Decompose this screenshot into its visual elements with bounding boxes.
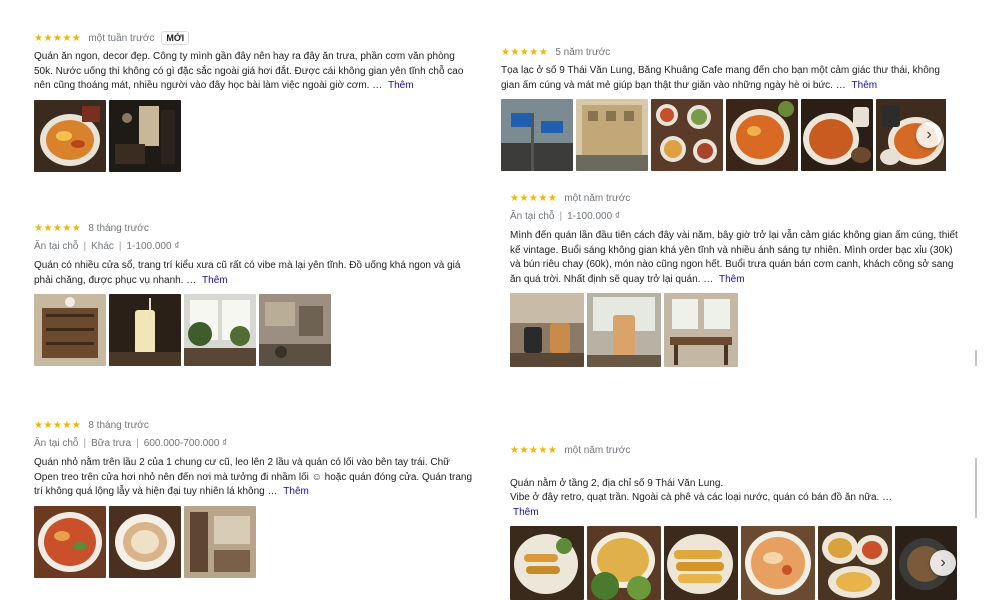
chevron-right-icon[interactable]: ›	[916, 122, 942, 148]
review-photo[interactable]	[109, 505, 181, 578]
more-link[interactable]: Thêm	[513, 507, 539, 518]
photo-strip	[34, 99, 474, 172]
review-details: Ăn tại chỗ | Bữa trưa | 600.000-700.000 ₫	[34, 437, 474, 451]
review-meta: ★★★★★ 8 tháng trước	[34, 221, 474, 235]
review-card: ★★★★★ 8 tháng trước Ăn tại chỗ | Khác | 1-10…	[34, 221, 474, 366]
more-link[interactable]: Thêm	[852, 80, 878, 91]
review-photo[interactable]	[664, 293, 738, 367]
review-photo[interactable]	[109, 294, 181, 366]
detail-price: 1-100.000 ₫	[126, 241, 180, 252]
review-body: Quán có nhiều cửa sổ, trang trí kiểu xưa…	[34, 260, 461, 286]
detail-separator: |	[118, 241, 122, 252]
detail-separator: |	[83, 438, 87, 449]
review-photo[interactable]	[818, 526, 892, 600]
star-rating: ★★★★★	[34, 32, 82, 44]
review-photo[interactable]	[801, 99, 873, 171]
review-photo[interactable]	[587, 526, 661, 600]
detail-separator: |	[136, 438, 139, 449]
review-card: ★★★★★ 8 tháng trước Ăn tại chỗ | Bữa trưa |…	[34, 418, 474, 578]
photo-strip	[510, 293, 960, 367]
more-link[interactable]: Thêm	[202, 275, 228, 286]
review-photo[interactable]	[34, 505, 106, 578]
review-time: 5 năm trước	[555, 46, 611, 58]
review-meta: ★★★★★ 5 năm trước	[501, 45, 946, 59]
review-meta: ★★★★★ một tuần trước MỚI	[34, 31, 474, 45]
review-time: một năm trước	[564, 192, 631, 204]
photo-strip	[34, 505, 474, 578]
review-photo[interactable]	[501, 99, 573, 171]
review-card: ★★★★★ một năm trước Quán nằm ở tầng 2, đ…	[510, 443, 960, 600]
review-text: Quán có nhiều cửa sổ, trang trí kiểu xưa…	[34, 259, 474, 288]
scroll-indicator[interactable]	[975, 458, 977, 518]
review-photo[interactable]	[664, 526, 738, 600]
review-time: một năm trước	[564, 444, 631, 456]
review-meta: ★★★★★ 8 tháng trước	[34, 418, 474, 432]
star-rating: ★★★★★	[510, 192, 558, 204]
review-details: Ăn tại chỗ | 1-100.000 ₫	[510, 210, 960, 224]
detail-price: 1-100.000 ₫	[567, 211, 621, 222]
review-photo[interactable]	[184, 294, 256, 366]
detail-price: 600.000-700.000 ₫	[143, 438, 228, 449]
review-card: ★★★★★ một tuần trước MỚI Quán ăn ngon, d…	[34, 31, 474, 172]
more-link[interactable]: Thêm	[388, 80, 414, 91]
star-rating: ★★★★★	[510, 444, 558, 456]
star-rating: ★★★★★	[501, 46, 549, 58]
detail-dining: Ăn tại chỗ	[34, 438, 79, 449]
review-photo[interactable]	[34, 99, 106, 172]
review-meta: ★★★★★ một năm trước	[510, 191, 960, 205]
review-photo[interactable]	[259, 294, 331, 366]
review-photo[interactable]	[726, 99, 798, 171]
review-card: ★★★★★ 5 năm trước Tọa lạc ở số 9 Thái Vă…	[501, 45, 946, 171]
review-meta: ★★★★★ một năm trước	[510, 443, 960, 457]
star-rating: ★★★★★	[34, 222, 82, 234]
review-text: Quán ăn ngon, decor đẹp. Công ty mình gầ…	[34, 50, 474, 94]
scroll-indicator[interactable]	[975, 350, 977, 366]
photo-strip: ›	[510, 526, 960, 600]
review-text: Tọa lạc ở số 9 Thái Văn Lung, Băng Khuân…	[501, 64, 946, 93]
review-photo[interactable]	[510, 526, 584, 600]
review-photo[interactable]	[651, 99, 723, 171]
photo-strip: ›	[501, 99, 946, 171]
review-text: Mình đến quán lần đầu tiên cách đây vài …	[510, 229, 960, 287]
star-rating: ★★★★★	[34, 419, 82, 431]
detail-dining: Ăn tại chỗ	[510, 211, 555, 222]
review-time: 8 tháng trước	[88, 222, 149, 234]
review-text: Quán nhỏ nằm trên lầu 2 của 1 chung cư c…	[34, 456, 474, 500]
review-time: 8 tháng trước	[88, 419, 149, 431]
detail-meal: Bữa trưa	[91, 438, 132, 449]
detail-meal: Khác	[91, 241, 114, 252]
more-link[interactable]: Thêm	[719, 274, 745, 285]
review-photo[interactable]	[741, 526, 815, 600]
new-badge: MỚI	[161, 31, 190, 45]
detail-separator: |	[83, 241, 87, 252]
more-link[interactable]: Thêm	[283, 486, 309, 497]
review-body: Quán nằm ở tầng 2, địa chỉ số 9 Thái Văn…	[510, 477, 893, 504]
detail-separator: |	[559, 211, 563, 222]
review-details: Ăn tại chỗ | Khác | 1-100.000 ₫	[34, 240, 474, 254]
photo-strip	[34, 294, 474, 366]
review-photo[interactable]	[34, 294, 106, 366]
review-text: Quán nằm ở tầng 2, địa chỉ số 9 Thái Văn…	[510, 462, 960, 520]
review-photo[interactable]	[184, 505, 256, 578]
review-body: Quán nhỏ nằm trên lầu 2 của 1 chung cư c…	[34, 457, 473, 497]
review-photo[interactable]	[576, 99, 648, 171]
review-photo[interactable]	[587, 293, 661, 367]
review-photo[interactable]	[510, 293, 584, 367]
review-photo[interactable]	[109, 99, 181, 172]
chevron-right-icon[interactable]: ›	[930, 550, 956, 576]
detail-dining: Ăn tại chỗ	[34, 241, 79, 252]
review-card: ★★★★★ một năm trước Ăn tại chỗ | 1-100.000…	[510, 191, 960, 367]
review-time: một tuần trước	[88, 32, 155, 44]
